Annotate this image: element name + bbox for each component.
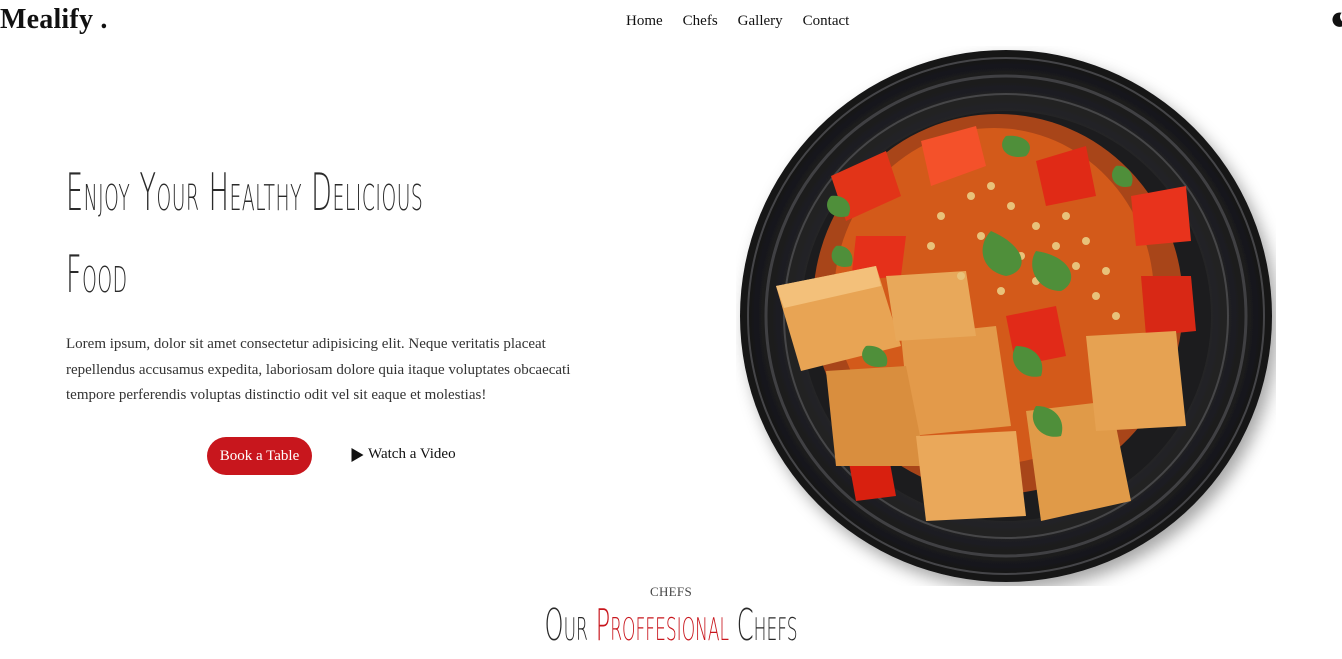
section-title: Our Proffesional Chefs [0,600,1342,651]
top-navbar: Mealify . Home Chefs Gallery Contact [0,0,1342,46]
watch-video-button[interactable]: Watch a Video [351,446,456,463]
main-nav: Home Chefs Gallery Contact [626,13,849,30]
nav-item-gallery[interactable]: Gallery [738,13,783,30]
hero-food-plate-image [740,50,1272,582]
moon-icon[interactable] [1330,11,1342,29]
hero-title-line1: Enjoy Your Healthy Delicious [66,163,424,223]
section-title-accent: Proffesional [595,600,729,651]
hero-title: Enjoy Your Healthy Delicious Food [66,152,638,316]
nav-item-chefs[interactable]: Chefs [683,13,718,30]
site-logo[interactable]: Mealify . [0,4,108,36]
hero-title-line2: Food [66,245,128,305]
watch-video-label: Watch a Video [368,446,456,462]
nav-item-home[interactable]: Home [626,13,663,30]
section-tag: CHEFS [650,584,692,599]
nav-item-contact[interactable]: Contact [803,13,850,30]
hero-description: Lorem ipsum, dolor sit amet consectetur … [66,336,571,403]
section-title-part1: Our [544,600,588,651]
section-title-inner: Our Proffesional Chefs [544,600,797,651]
play-icon [351,447,364,462]
book-table-button[interactable]: Book a Table [207,437,312,475]
section-title-part2: Chefs [736,600,798,651]
